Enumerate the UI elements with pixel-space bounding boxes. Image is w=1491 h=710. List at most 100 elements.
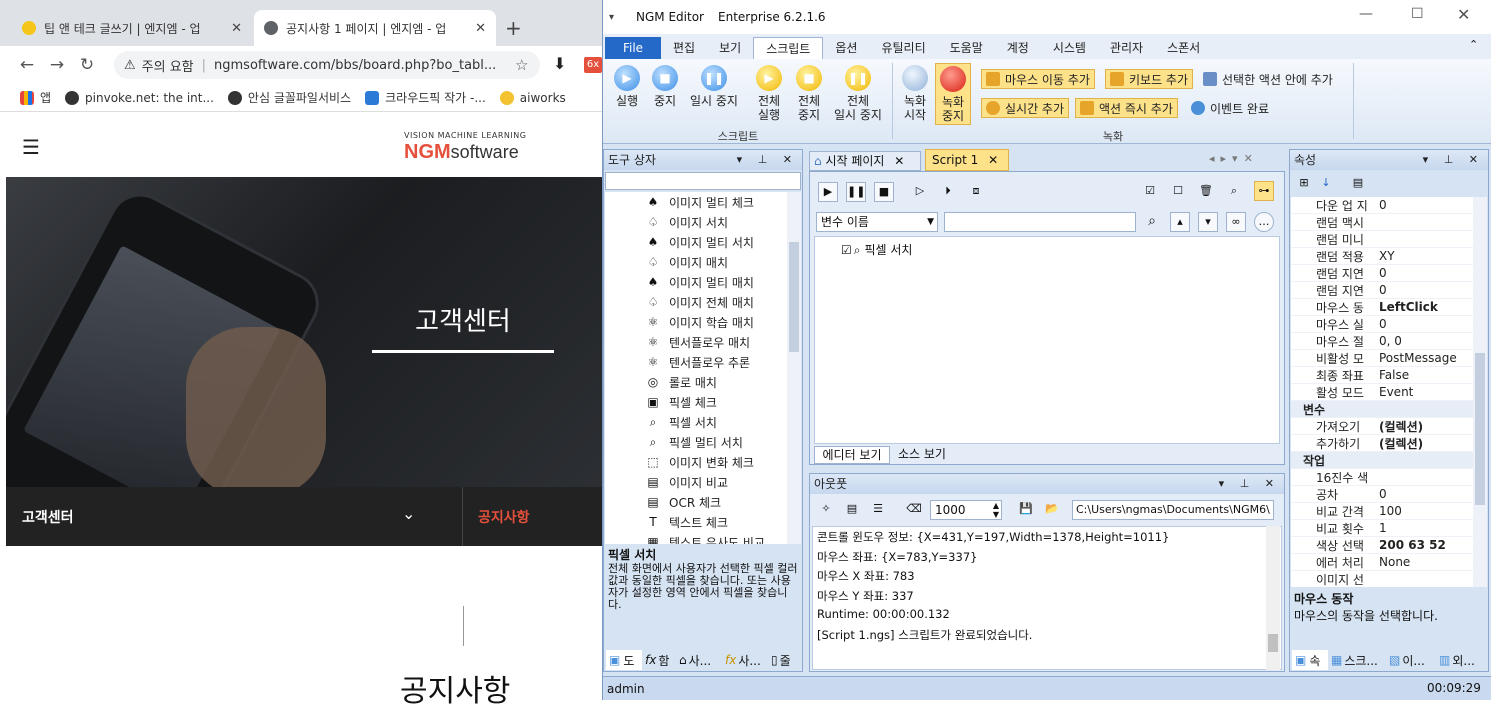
star-icon[interactable]: ☆: [515, 56, 528, 74]
property-value[interactable]: 200 63 52: [1377, 538, 1473, 552]
collapse-ribbon-icon[interactable]: ⌃: [1469, 38, 1478, 51]
event-complete-button[interactable]: 이벤트 완료: [1187, 98, 1273, 118]
toolbox-item[interactable]: ⬚ 이미지 변화 체크: [645, 452, 754, 472]
property-row[interactable]: 공차 0: [1291, 486, 1473, 503]
save-log-icon[interactable]: ▤: [842, 500, 862, 520]
tab-source-view[interactable]: 소스 보기: [890, 446, 954, 464]
reload-icon[interactable]: ↻: [72, 55, 102, 75]
output-count-stepper[interactable]: 1000 ▲ ▼: [930, 500, 1002, 520]
property-row[interactable]: 랜덤 지연 0: [1291, 282, 1473, 299]
toolbox-item[interactable]: ◎ 롤로 매치: [645, 372, 717, 392]
tab-functions[interactable]: fx 함: [642, 650, 676, 670]
record-stop-button[interactable]: 녹화 중지: [935, 63, 971, 125]
subnav-category[interactable]: 고객센터: [22, 507, 74, 527]
toolbox-item[interactable]: ♤ 이미지 전체 매치: [645, 292, 754, 312]
menu-help[interactable]: 도움말: [938, 37, 995, 59]
bookmark-apps[interactable]: 앱: [20, 89, 51, 106]
sort-az-icon[interactable]: ↓: [1316, 174, 1336, 194]
property-value[interactable]: 0: [1377, 266, 1473, 280]
property-value[interactable]: 0: [1377, 317, 1473, 331]
property-row[interactable]: 이미지 선: [1291, 571, 1473, 587]
step-icon[interactable]: ▷: [910, 182, 930, 202]
toolbox-item[interactable]: ♤ 이미지 매치: [645, 252, 728, 272]
property-row[interactable]: 비교 간격 100: [1291, 503, 1473, 520]
tree-item-pixel-search[interactable]: ☑ ⌕ 픽셀 서치: [841, 241, 912, 258]
delete-icon[interactable]: 🗑: [1196, 182, 1216, 202]
eraser-icon[interactable]: ⌫: [904, 500, 924, 520]
add-in-selected-button[interactable]: 선택한 액션 안에 추가: [1199, 69, 1337, 89]
property-row[interactable]: 비교 횟수 1: [1291, 520, 1473, 537]
run-all-button[interactable]: ▶ 전체 실행: [751, 65, 787, 122]
bookmark-crowdpic[interactable]: 크라우드픽 작가 -...: [365, 89, 486, 106]
property-row[interactable]: 마우스 절 0, 0: [1291, 333, 1473, 350]
property-value[interactable]: LeftClick: [1377, 300, 1473, 314]
panel-controls-icon[interactable]: ▾ ⊥ ✕: [737, 150, 798, 170]
add-keyboard-button[interactable]: 키보드 추가: [1105, 69, 1194, 89]
tab-user-1[interactable]: ⌂ 사...: [676, 650, 722, 670]
uncheck-icon[interactable]: ☐: [1168, 182, 1188, 202]
close-icon[interactable]: ✕: [469, 21, 486, 36]
toolbox-item[interactable]: ⚛ 텐서플로우 추론: [645, 352, 751, 372]
run-to-icon[interactable]: ⏵: [938, 182, 958, 202]
run-block-icon[interactable]: ⧈: [966, 182, 986, 202]
property-row[interactable]: 비활성 모 PostMessage: [1291, 350, 1473, 367]
property-value[interactable]: False: [1377, 368, 1473, 382]
new-tab-button[interactable]: +: [505, 16, 522, 40]
property-row[interactable]: 랜덤 미니: [1291, 231, 1473, 248]
maximize-icon[interactable]: ☐: [1411, 6, 1424, 22]
property-value[interactable]: PostMessage: [1377, 351, 1473, 365]
property-row[interactable]: 최종 좌표 False: [1291, 367, 1473, 384]
chevron-up-icon[interactable]: ▴: [1170, 212, 1190, 232]
tab-editor-view[interactable]: 에디터 보기: [814, 446, 890, 464]
toolbox-item[interactable]: ⌕ 픽셀 서치: [645, 412, 717, 432]
property-value[interactable]: 100: [1377, 504, 1473, 518]
toolbox-item[interactable]: ⌕ 픽셀 멀티 서치: [645, 432, 743, 452]
output-path-input[interactable]: C:\Users\ngmas\Documents\NGM6\: [1072, 500, 1274, 520]
run-button[interactable]: ▶ 실행: [609, 65, 645, 108]
tab-properties[interactable]: ▣ 속: [1292, 650, 1328, 670]
property-value[interactable]: (컬렉션): [1377, 435, 1473, 452]
menu-script[interactable]: 스크립트: [753, 37, 824, 59]
property-row[interactable]: 랜덤 적용 XY: [1291, 248, 1473, 265]
close-icon[interactable]: ✕: [894, 154, 904, 168]
tab-external[interactable]: ▥ 외...: [1436, 650, 1488, 670]
search-icon[interactable]: ⌕: [1142, 212, 1162, 232]
play-icon[interactable]: ▶: [818, 182, 838, 202]
tab-script-1[interactable]: Script 1 ✕: [925, 149, 1009, 171]
toolbox-scrollbar[interactable]: [787, 192, 801, 544]
property-category[interactable]: 변수: [1291, 401, 1473, 418]
pause-button[interactable]: ❚❚ 일시 중지: [685, 65, 743, 108]
chevron-down-icon[interactable]: ▾: [1198, 212, 1218, 232]
stop-icon[interactable]: ■: [874, 182, 894, 202]
add-action-now-button[interactable]: 액션 즉시 추가: [1075, 98, 1178, 118]
omnibox[interactable]: ⚠ 주의 요함 | ngmsoftware.com/bbs/board.php?…: [114, 51, 540, 79]
chevron-down-icon[interactable]: ⌄: [402, 504, 415, 523]
property-row[interactable]: 추가하기 (컬렉션): [1291, 435, 1473, 452]
property-row[interactable]: 마우스 동 LeftClick: [1291, 299, 1473, 316]
property-value[interactable]: 0: [1377, 198, 1473, 212]
property-value[interactable]: Event: [1377, 385, 1473, 399]
property-row[interactable]: 랜덤 맥시: [1291, 214, 1473, 231]
property-row[interactable]: 가져오기 (컬렉션): [1291, 418, 1473, 435]
menu-utility[interactable]: 유틸리티: [869, 37, 937, 59]
toolbox-item[interactable]: ♤ 이미지 서치: [645, 212, 728, 232]
close-icon[interactable]: ✕: [988, 153, 998, 167]
checkbox-checked-icon[interactable]: ☑: [841, 243, 852, 257]
record-start-button[interactable]: 녹화 시작: [899, 65, 931, 122]
logo[interactable]: NGMsoftware: [404, 141, 519, 164]
categorized-icon[interactable]: ⊞: [1294, 174, 1314, 194]
subnav-current[interactable]: 공지사항: [478, 507, 530, 527]
property-row[interactable]: 활성 모드 Event: [1291, 384, 1473, 401]
tab-user-2[interactable]: fx 사...: [722, 650, 768, 670]
browser-tab-2[interactable]: 공지사항 1 페이지 | 엔지엠 - 업 ✕: [254, 10, 496, 46]
toolbox-item[interactable]: ▤ 이미지 비교: [645, 472, 728, 492]
menu-view[interactable]: 보기: [707, 37, 753, 59]
search-icon[interactable]: ⌕: [1224, 182, 1244, 202]
list-icon[interactable]: ☰: [868, 500, 888, 520]
bookmark-pinvoke[interactable]: pinvoke.net: the int...: [65, 90, 214, 105]
property-scrollbar[interactable]: [1473, 197, 1487, 587]
loop-icon[interactable]: ∞: [1226, 212, 1246, 232]
bookmark-font[interactable]: 안심 글꼴파일서비스: [227, 89, 351, 106]
more-icon[interactable]: …: [1254, 212, 1274, 232]
save-icon[interactable]: 💾: [1016, 500, 1036, 520]
